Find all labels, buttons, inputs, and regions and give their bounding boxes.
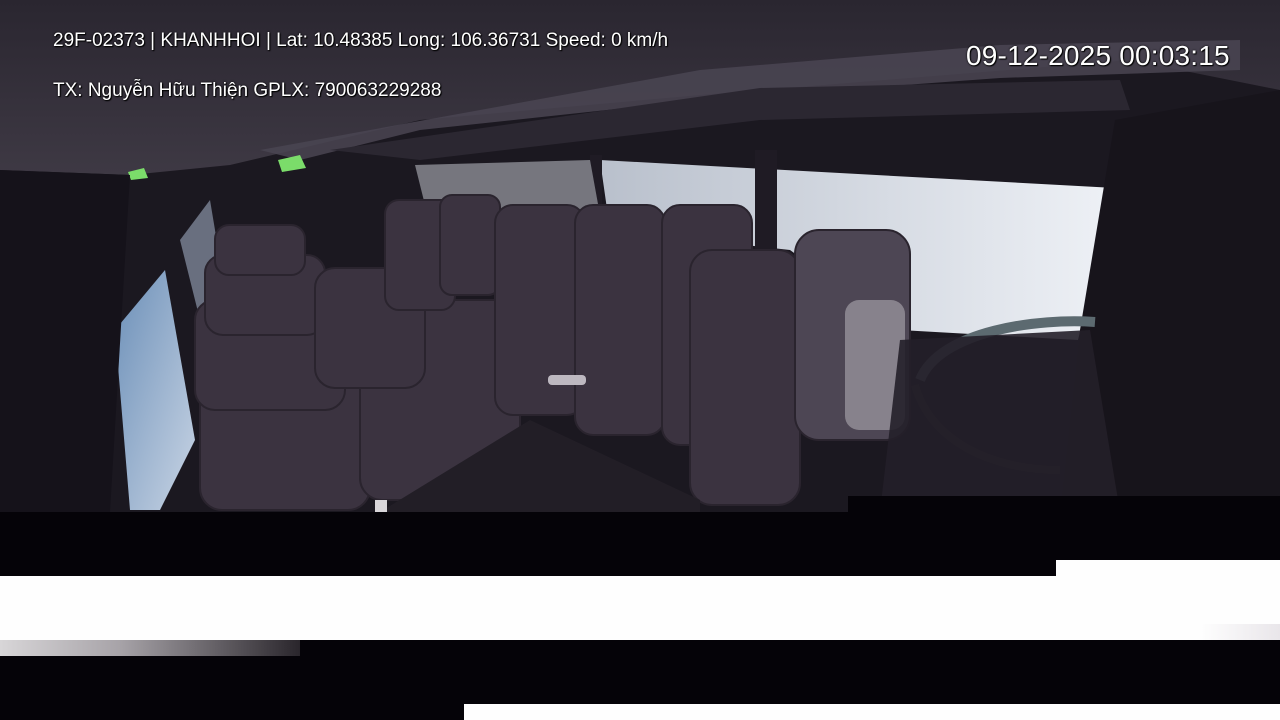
- white-bar-notch: [1056, 560, 1280, 576]
- gradient-strip-right: [1200, 624, 1280, 640]
- white-bar-bottom: [464, 704, 1280, 720]
- white-bar: [0, 576, 1280, 640]
- black-bar-segment: [848, 496, 1280, 512]
- camera-frame: 29F-02373 | KHANHHOI | Lat: 10.48385 Lon…: [0, 0, 1280, 512]
- gradient-strip: [0, 640, 300, 656]
- vehicle-info-overlay: 29F-02373 | KHANHHOI | Lat: 10.48385 Lon…: [53, 30, 669, 51]
- driver-info-overlay: TX: Nguyễn Hữu Thiện GPLX: 790063229288: [53, 80, 442, 101]
- timestamp-overlay: 09-12-2025 00:03:15: [966, 40, 1230, 71]
- bus-interior-scene: [0, 0, 1280, 512]
